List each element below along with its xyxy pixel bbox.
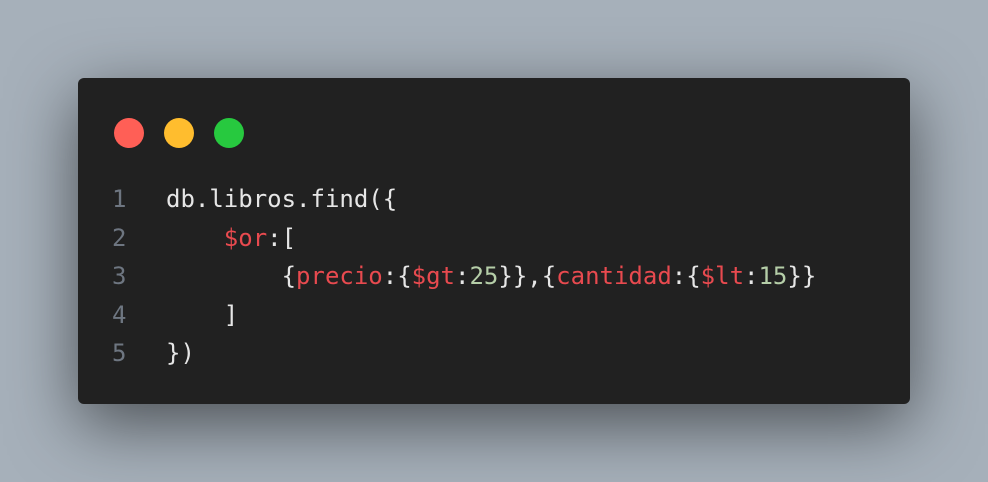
code-token-plain: db.libros.find({ — [166, 185, 398, 213]
code-token-num: 15 — [758, 262, 788, 290]
close-dot-icon[interactable] — [114, 118, 144, 148]
code-token-key: cantidad — [556, 262, 672, 290]
code-token-plain: }) — [166, 339, 195, 367]
code-line: 1 db.libros.find({ — [78, 180, 910, 219]
code-token-plain: { — [166, 262, 297, 290]
maximize-dot-icon[interactable] — [214, 118, 244, 148]
code-token-plain: :{ — [382, 262, 412, 290]
line-source: ] — [166, 296, 238, 335]
code-line: 5}) — [78, 334, 910, 373]
line-source: db.libros.find({ — [166, 180, 397, 219]
code-token-key: $gt — [411, 262, 456, 290]
line-source: $or:[ — [166, 219, 296, 258]
code-token-plain: : — [455, 262, 470, 290]
line-source: {precio:{$gt:25}},{cantidad:{$lt:15}} — [166, 257, 817, 296]
code-token-plain: : — [744, 262, 759, 290]
code-line: 3 {precio:{$gt:25}},{cantidad:{$lt:15}} — [78, 257, 910, 296]
code-token-plain: }},{ — [498, 262, 557, 290]
code-token-num: 25 — [469, 262, 499, 290]
minimize-dot-icon[interactable] — [164, 118, 194, 148]
code-token-key: precio — [296, 262, 383, 290]
code-token-plain: :[ — [267, 223, 297, 252]
code-line: 2 $or:[ — [78, 219, 910, 258]
line-number: 2 — [112, 223, 127, 252]
code-token-plain: :{ — [671, 262, 701, 290]
line-source: }) — [166, 334, 195, 373]
code-token-key: $or — [223, 223, 268, 252]
code-token-plain: }} — [787, 262, 817, 290]
code-line: 4 ] — [78, 296, 910, 335]
code-token-key: $lt — [700, 262, 745, 290]
code-window: 1 db.libros.find({2 $or:[3 {precio:{$gt:2… — [78, 78, 910, 404]
line-number: 5 — [112, 339, 127, 367]
code-block: 1 db.libros.find({2 $or:[3 {precio:{$gt:2… — [78, 180, 910, 373]
line-number: 3 — [112, 262, 127, 290]
line-number: 4 — [112, 300, 127, 329]
line-number: 1 — [112, 185, 127, 213]
code-token-plain: ] — [166, 300, 239, 329]
